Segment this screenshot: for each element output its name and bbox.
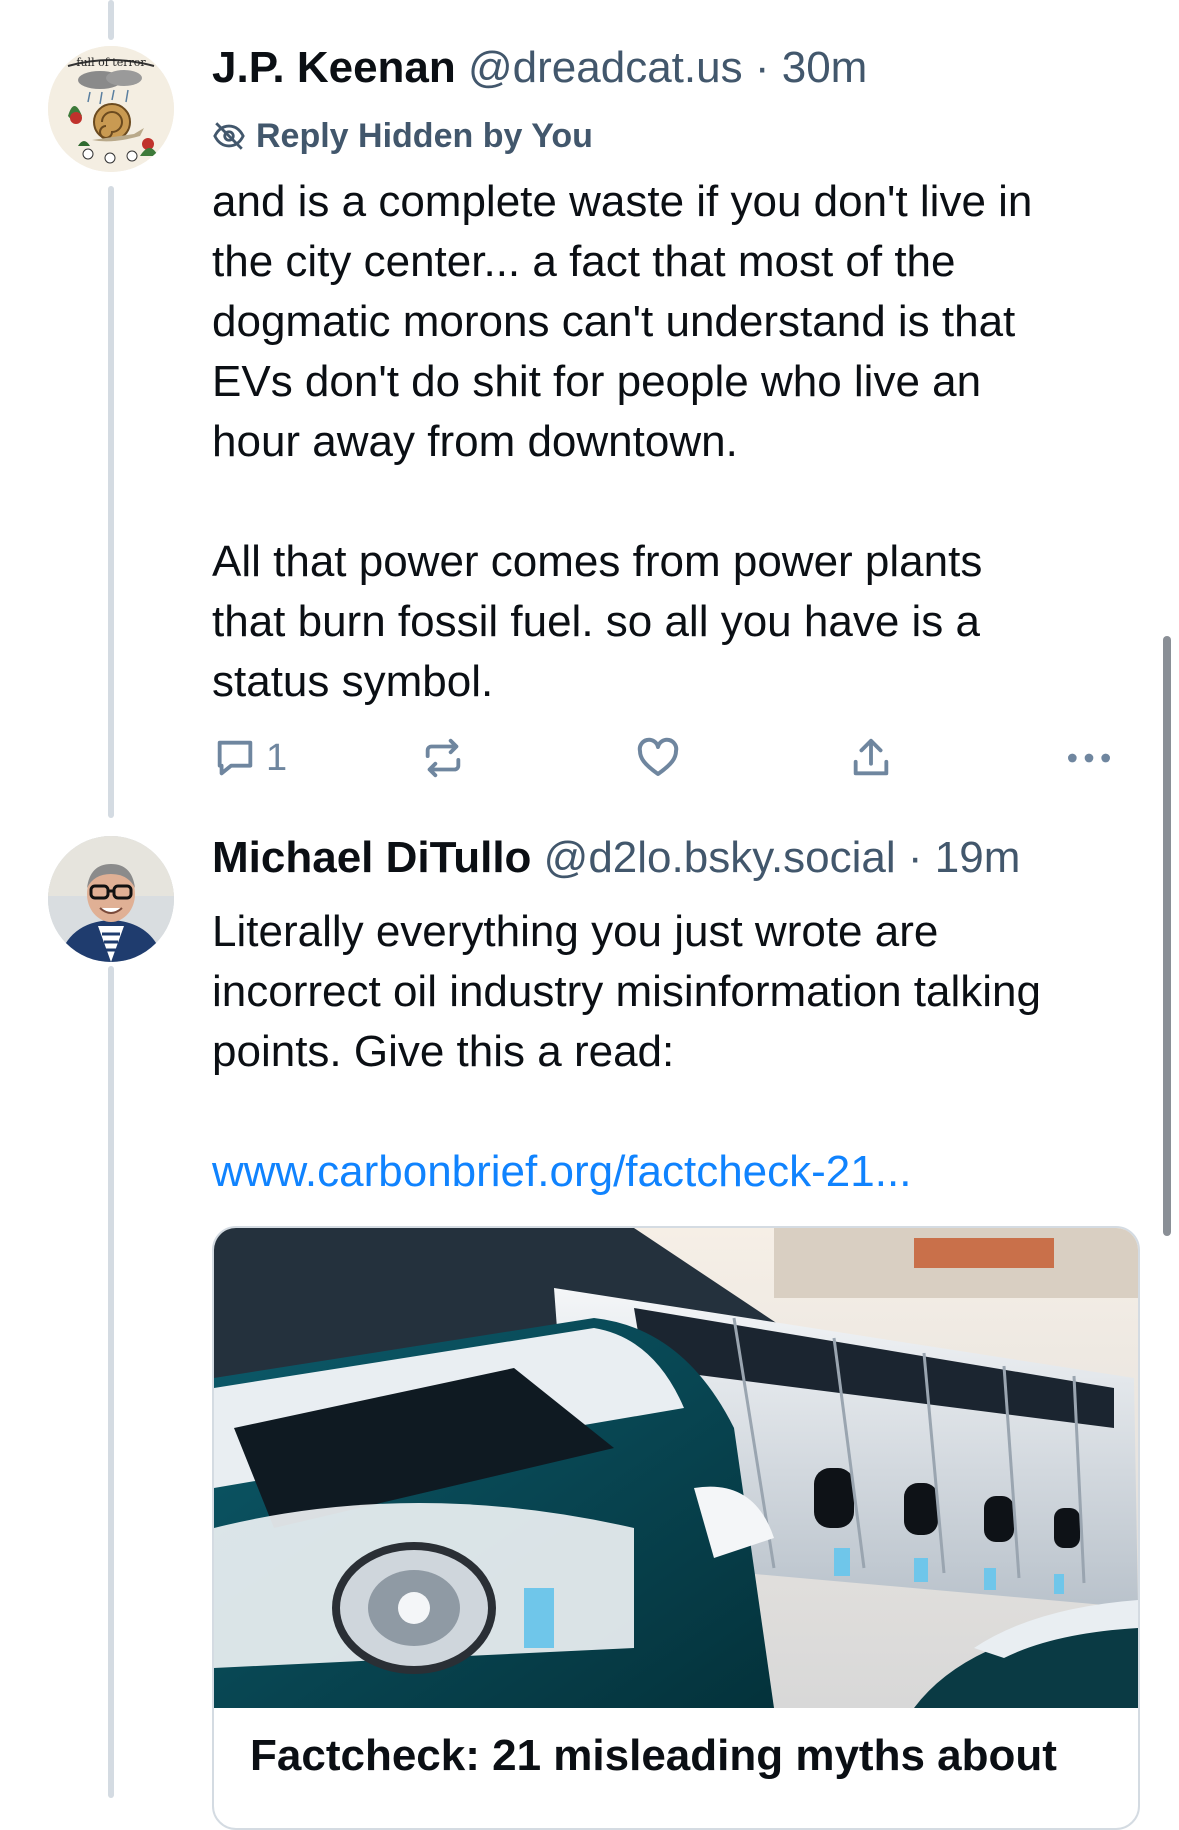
author-handle[interactable]: @dreadcat.us: [468, 43, 743, 92]
card-title: Factcheck: 21 misleading myths about: [250, 1731, 1057, 1780]
heart-icon: [637, 737, 679, 776]
post-michael-ditullo[interactable]: Michael DiTullo @d2lo.bsky.social · 19m …: [0, 820, 1179, 1830]
avatar[interactable]: [48, 836, 174, 962]
post-header: J.P. Keenan @dreadcat.us · 30m: [212, 42, 867, 94]
more-dots-icon: [1068, 753, 1110, 763]
author-handle[interactable]: @d2lo.bsky.social: [544, 833, 896, 882]
post-header: Michael DiTullo @d2lo.bsky.social · 19m: [212, 832, 1020, 884]
post-actions: 1: [212, 730, 1132, 786]
share-upload-icon: [853, 738, 889, 776]
reply-count: 1: [266, 736, 288, 779]
eye-slash-icon: [213, 122, 245, 150]
post-text: and is a complete waste if you don't liv…: [212, 177, 1033, 706]
like-button[interactable]: [634, 730, 682, 786]
link-preview-card[interactable]: Factcheck: 21 misleading myths about: [212, 1226, 1140, 1830]
repost-arrows-icon: [425, 738, 461, 778]
avatar-lettering: full of terror: [76, 56, 146, 69]
post-text: Literally everything you just wrote are …: [212, 907, 1041, 1076]
post-time[interactable]: 30m: [782, 43, 868, 92]
repost-button[interactable]: [420, 730, 466, 786]
portrait-avatar-image: [48, 836, 174, 962]
more-options-button[interactable]: [1064, 730, 1114, 786]
scrollbar[interactable]: [1163, 636, 1171, 1236]
snail-artwork-avatar-image: full of terror: [48, 46, 174, 172]
separator-dot: ·: [907, 833, 923, 882]
share-button[interactable]: [848, 730, 894, 786]
author-name[interactable]: J.P. Keenan: [212, 43, 456, 92]
reply-hidden-text: Reply Hidden by You: [256, 117, 593, 155]
post-jp-keenan[interactable]: full of terror J.P. Keenan @dreadcat.us: [0, 0, 1179, 800]
post-time[interactable]: 19m: [935, 833, 1021, 882]
reply-button[interactable]: 1: [212, 730, 287, 786]
post-link[interactable]: www.carbonbrief.org/factcheck-21...: [212, 1142, 1132, 1202]
separator-dot: ·: [754, 43, 770, 92]
speech-bubble-icon: [217, 740, 253, 776]
author-name[interactable]: Michael DiTullo: [212, 833, 531, 882]
reply-hidden-label: Reply Hidden by You: [212, 116, 593, 156]
card-image-parked-cars: [214, 1228, 1138, 1708]
avatar[interactable]: full of terror: [48, 46, 174, 172]
